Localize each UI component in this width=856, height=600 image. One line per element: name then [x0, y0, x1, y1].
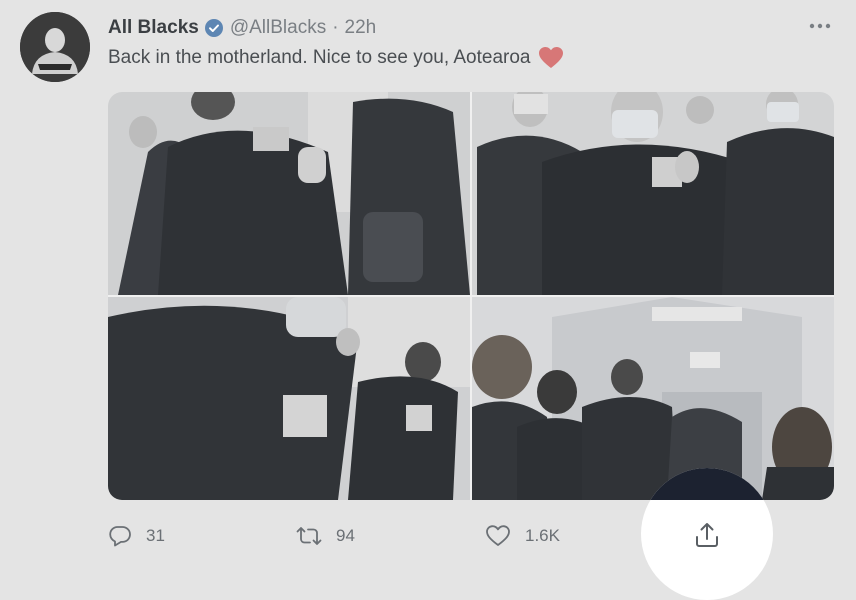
verified-badge-icon: [204, 18, 224, 38]
reply-count: 31: [146, 526, 165, 545]
author-name[interactable]: All Blacks: [108, 17, 199, 39]
media-grid: [108, 92, 834, 500]
separator-dot: ·: [332, 17, 339, 38]
photo-3[interactable]: [108, 297, 470, 500]
share-icon: [693, 521, 721, 549]
tweet-text-body: Back in the motherland. Nice to see you,…: [108, 47, 531, 68]
author-handle[interactable]: @AllBlacks: [230, 17, 326, 39]
red-heart-icon: [538, 46, 564, 70]
like-button[interactable]: 1.6K: [485, 516, 560, 556]
tweet-header: All Blacks @AllBlacks · 22h: [108, 14, 376, 42]
reply-button[interactable]: 31: [108, 516, 165, 556]
photo-2[interactable]: [472, 92, 834, 295]
timestamp[interactable]: 22h: [345, 17, 377, 39]
photo-edge: [641, 468, 773, 500]
more-options-icon[interactable]: [808, 14, 832, 38]
avatar[interactable]: [20, 12, 90, 82]
retweet-count: 94: [336, 526, 355, 545]
reply-icon: [108, 524, 132, 548]
retweet-button[interactable]: 94: [296, 516, 355, 556]
share-button[interactable]: [641, 468, 773, 600]
tweet-text: Back in the motherland. Nice to see you,…: [108, 46, 564, 70]
like-icon: [485, 524, 511, 548]
retweet-icon: [296, 524, 322, 548]
photo-1[interactable]: [108, 92, 470, 295]
avatar-image: [20, 12, 90, 82]
like-count: 1.6K: [525, 526, 560, 545]
